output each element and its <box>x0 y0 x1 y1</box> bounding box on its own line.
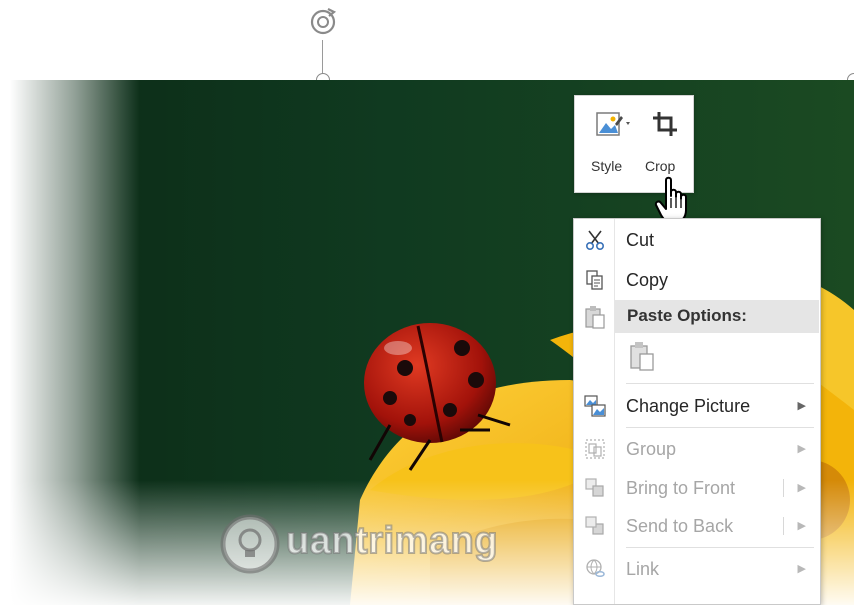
menu-item-change-picture-label: Change Picture <box>626 396 751 416</box>
menu-item-copy-label: Copy <box>626 270 669 290</box>
submenu-arrow-icon: ▶ <box>797 520 806 532</box>
copy-icon <box>586 270 603 290</box>
watermark-text: uantrimang <box>285 519 498 563</box>
menu-divider <box>626 427 814 428</box>
paste-options-label: Paste Options: <box>627 306 747 325</box>
lightbulb-icon <box>220 514 280 574</box>
menu-item-bring-to-front-label: Bring to Front <box>626 478 736 498</box>
menu-item-send-to-back-label: Send to Back <box>626 516 734 536</box>
menu-divider <box>626 383 814 384</box>
menu-item-group-label: Group <box>626 439 677 459</box>
menu-item-bring-to-front[interactable]: Bring to Front ▶ <box>574 471 820 505</box>
crop-label: Crop <box>645 158 676 174</box>
picture-style-icon <box>596 112 630 136</box>
send-to-back-icon <box>585 516 604 535</box>
menu-item-copy[interactable]: Copy <box>574 263 820 297</box>
split-separator <box>783 479 784 497</box>
submenu-arrow-icon: ▶ <box>797 400 806 412</box>
menu-item-change-picture[interactable]: Change Picture ▶ <box>574 389 820 423</box>
watermark-logo: uantrimang <box>218 508 518 588</box>
paste-option-icon[interactable] <box>628 341 658 373</box>
paste-options-header: Paste Options: <box>615 300 819 333</box>
submenu-arrow-icon: ▶ <box>797 482 806 494</box>
menu-item-link[interactable]: Link ▶ <box>574 552 820 586</box>
scissors-icon <box>585 230 605 251</box>
submenu-arrow-icon: ▶ <box>797 443 806 455</box>
change-picture-icon <box>584 395 606 417</box>
menu-item-link-label: Link <box>626 559 660 579</box>
crop-icon <box>653 112 677 136</box>
menu-divider <box>626 547 814 548</box>
menu-item-cut[interactable]: Cut <box>574 223 820 257</box>
submenu-arrow-icon: ▶ <box>797 563 806 575</box>
style-label: Style <box>591 158 623 174</box>
menu-item-cut-label: Cut <box>626 230 655 250</box>
paste-icon <box>585 306 605 329</box>
link-icon <box>586 559 605 577</box>
rotate-handle-icon[interactable] <box>306 5 340 39</box>
style-button[interactable]: Style <box>581 96 639 192</box>
menu-item-group[interactable]: Group ▶ <box>574 432 820 466</box>
bring-to-front-icon <box>585 478 604 497</box>
group-icon <box>585 439 605 459</box>
rotate-handle-stem <box>322 40 323 76</box>
menu-item-send-to-back[interactable]: Send to Back ▶ <box>574 509 820 543</box>
context-menu: Cut Copy Paste Options: Change Picture ▶ <box>573 218 821 605</box>
split-separator <box>783 517 784 535</box>
